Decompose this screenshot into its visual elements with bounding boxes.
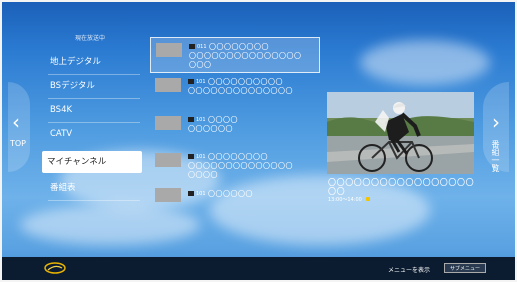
channel-number: 101: [196, 154, 206, 160]
channel-row[interactable]: 101 〇〇〇〇 〇〇〇〇〇〇: [150, 113, 318, 137]
sidebar-divider: [48, 74, 140, 75]
sidebar-item-program-guide[interactable]: 番組表: [48, 178, 140, 198]
program-description: 〇〇〇〇: [188, 171, 218, 179]
sidebar-item-terrestrial[interactable]: 地上デジタル: [48, 52, 140, 72]
program-description: 〇〇〇〇〇〇〇〇〇〇〇〇〇〇: [188, 87, 293, 95]
channel-logo: [155, 116, 181, 130]
cyclist-image: [327, 92, 474, 174]
submenu-button[interactable]: サブメニュー: [444, 263, 486, 273]
menu-hint: メニューを表示: [388, 267, 431, 274]
channel-logo: [155, 153, 181, 167]
preview-time: 13:00〜14:00: [328, 197, 362, 203]
channel-row[interactable]: 101 〇〇〇〇〇〇: [150, 186, 318, 204]
chevron-right-icon: ›: [492, 110, 500, 134]
program-title: 〇〇〇〇〇〇〇〇: [208, 153, 268, 161]
sidebar-item-label: 番組表: [50, 183, 76, 193]
program-description: 〇〇〇〇〇〇〇〇〇〇〇〇〇〇〇: [189, 52, 302, 60]
chevron-left-icon: ‹: [12, 110, 20, 134]
program-title: 〇〇〇〇: [208, 116, 238, 124]
sidebar-item-label: マイチャンネル: [47, 157, 107, 167]
sidebar-item-my-channel[interactable]: マイチャンネル: [42, 151, 142, 173]
sidebar-item-label: 地上デジタル: [50, 57, 101, 67]
channel-type-icon: [189, 44, 195, 49]
nav-top-label: TOP: [10, 139, 27, 148]
nav-top-button[interactable]: ‹: [8, 82, 30, 172]
channel-logo: [155, 78, 181, 92]
program-description: 〇〇〇: [189, 61, 212, 69]
channel-number: 011: [197, 44, 207, 50]
sidebar-item-label: BSデジタル: [50, 81, 95, 91]
channel-type-icon: [188, 117, 194, 122]
sidebar-item-label: BS4K: [50, 105, 73, 115]
sidebar-item-catv[interactable]: CATV: [48, 124, 140, 144]
preview-program-title: 〇〇〇〇〇〇〇〇〇〇〇〇〇〇〇〇〇〇〇: [328, 178, 475, 196]
cloud-decoration: [360, 40, 490, 85]
program-title: 〇〇〇〇〇〇: [208, 190, 253, 198]
channel-number: 101: [196, 79, 206, 85]
program-description: 〇〇〇〇〇〇〇〇〇〇〇〇〇〇: [188, 162, 293, 170]
channel-row[interactable]: 101 〇〇〇〇〇〇〇〇〇〇 〇〇〇〇〇〇〇〇〇〇〇〇〇〇: [150, 75, 318, 103]
tv-home-screen: ‹ TOP › 番組一覧 現在放送中 地上デジタル BSデジタル BS4K CA…: [0, 0, 517, 282]
sidebar-item-bs4k[interactable]: BS4K: [48, 100, 140, 120]
preview-video[interactable]: [327, 92, 474, 174]
bottom-bar: [0, 257, 517, 282]
program-description: 〇〇〇〇〇〇: [188, 125, 233, 133]
channel-logo: [156, 43, 182, 57]
sidebar-header: 現在放送中: [75, 35, 106, 42]
program-title: 〇〇〇〇〇〇〇〇〇〇: [208, 78, 283, 86]
channel-row[interactable]: 101 〇〇〇〇〇〇〇〇 〇〇〇〇〇〇〇〇〇〇〇〇〇〇 〇〇〇〇: [150, 150, 318, 180]
nav-guide-label: 番組一覧: [491, 140, 500, 172]
recording-icon: [366, 197, 370, 201]
sidebar-divider: [48, 122, 140, 123]
channel-row[interactable]: 011 〇〇〇〇〇〇〇〇 〇〇〇〇〇〇〇〇〇〇〇〇〇〇〇 〇〇〇: [150, 37, 320, 73]
channel-logo: [155, 188, 181, 202]
channel-type-icon: [188, 79, 194, 84]
brand-logo: [44, 262, 66, 274]
channel-number: 101: [196, 191, 206, 197]
sidebar-item-label: CATV: [50, 129, 73, 139]
sidebar-divider: [48, 98, 140, 99]
cloud-decoration: [20, 205, 200, 245]
sidebar-item-bs-digital[interactable]: BSデジタル: [48, 76, 140, 96]
channel-type-icon: [188, 154, 194, 159]
program-title: 〇〇〇〇〇〇〇〇: [209, 43, 269, 51]
channel-type-icon: [188, 191, 194, 196]
channel-number: 101: [196, 117, 206, 123]
sidebar-divider: [48, 200, 140, 201]
